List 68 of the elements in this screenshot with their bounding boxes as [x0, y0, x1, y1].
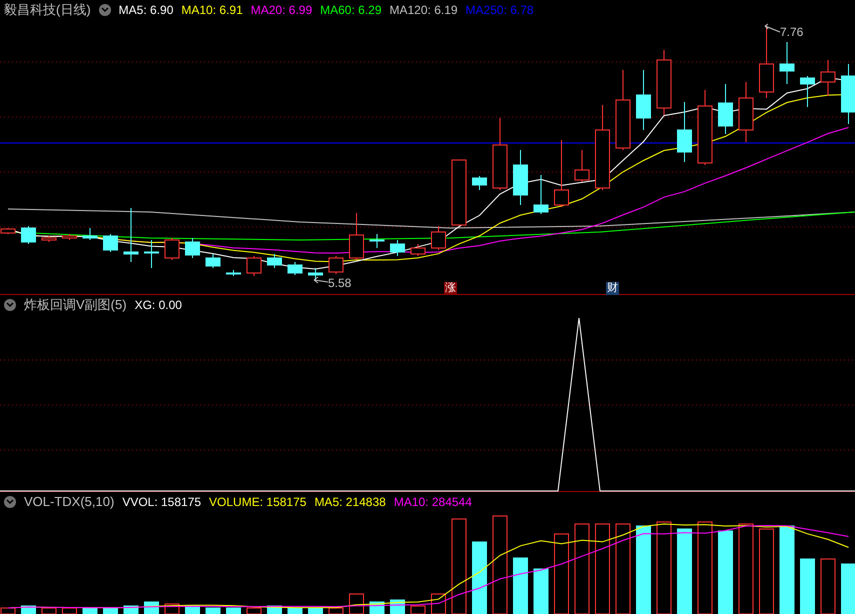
candlestick	[636, 70, 651, 130]
volume-bar	[800, 558, 815, 614]
candlestick	[103, 234, 118, 252]
chevron-icon[interactable]	[98, 4, 111, 16]
candlestick	[62, 234, 77, 240]
candlestick	[288, 262, 302, 276]
candlestick	[574, 150, 590, 182]
indicator-value: XG: 0.00	[134, 297, 182, 314]
indicator-value: MA5: 214838	[314, 494, 386, 511]
candlestick	[144, 240, 159, 268]
candlestick	[349, 212, 364, 260]
chevron-icon[interactable]	[4, 299, 16, 311]
candlestick	[841, 64, 855, 124]
high-price-label: 7.76	[780, 24, 804, 41]
indicator-value: VOLUME: 158175	[209, 494, 306, 511]
candlestick	[820, 60, 836, 96]
volume-bar	[226, 608, 241, 614]
candlestick	[390, 240, 405, 256]
panel-title: 炸板回调V副图(5)	[24, 296, 127, 314]
indicator-value: MA20: 6.99	[250, 2, 312, 19]
volume-bar	[288, 608, 302, 614]
candlestick	[431, 226, 446, 250]
candlestick	[308, 268, 323, 280]
high-pointer-icon	[764, 24, 780, 32]
indicator-value: MA250: 6.78	[466, 2, 534, 19]
candlestick	[206, 254, 220, 268]
candlestick	[124, 208, 138, 262]
candlestick	[738, 82, 754, 142]
candlestick	[452, 160, 466, 226]
volume-bar	[206, 608, 220, 614]
volume-bar	[103, 608, 118, 614]
indicator-value: MA10: 6.91	[181, 2, 243, 19]
low-price-label: 5.58	[328, 275, 352, 292]
candlestick	[410, 244, 426, 256]
candlestick	[780, 42, 794, 84]
low-pointer-icon	[314, 276, 328, 284]
candlestick	[656, 50, 672, 116]
panel-title: 毅昌科技(日线)	[4, 1, 91, 20]
candlestick	[164, 238, 180, 260]
candlestick	[677, 102, 692, 162]
candlestick	[21, 226, 36, 244]
event-marker[interactable]: 财	[606, 282, 619, 295]
event-marker[interactable]: 涨	[444, 282, 457, 295]
candlestick	[246, 256, 262, 276]
candlestick	[42, 236, 56, 242]
candlestick	[554, 140, 569, 208]
candlestick	[185, 238, 200, 258]
indicator-value: MA120: 6.19	[390, 2, 458, 19]
candlestick	[267, 254, 282, 268]
volume-bar	[82, 608, 98, 614]
indicator-value: MA10: 284544	[394, 494, 472, 511]
candlestick	[513, 150, 528, 206]
indicator-value: VVOL: 158175	[122, 494, 202, 511]
candlestick	[800, 76, 815, 108]
panel-title: VOL-TDX(5,10)	[24, 493, 114, 512]
candlestick	[370, 234, 384, 248]
volume-bar	[308, 608, 323, 614]
volume-bar	[513, 558, 528, 614]
indicator-value: MA60: 6.29	[320, 2, 382, 19]
chevron-icon[interactable]	[4, 496, 16, 508]
candlestick	[82, 228, 98, 240]
volume-bar	[841, 564, 855, 614]
candlestick	[472, 176, 487, 190]
candlestick	[534, 174, 548, 214]
volume-bar	[534, 568, 548, 614]
candlestick	[328, 256, 344, 274]
indicator-value: MA5: 6.90	[118, 2, 174, 19]
candlestick	[718, 84, 733, 134]
